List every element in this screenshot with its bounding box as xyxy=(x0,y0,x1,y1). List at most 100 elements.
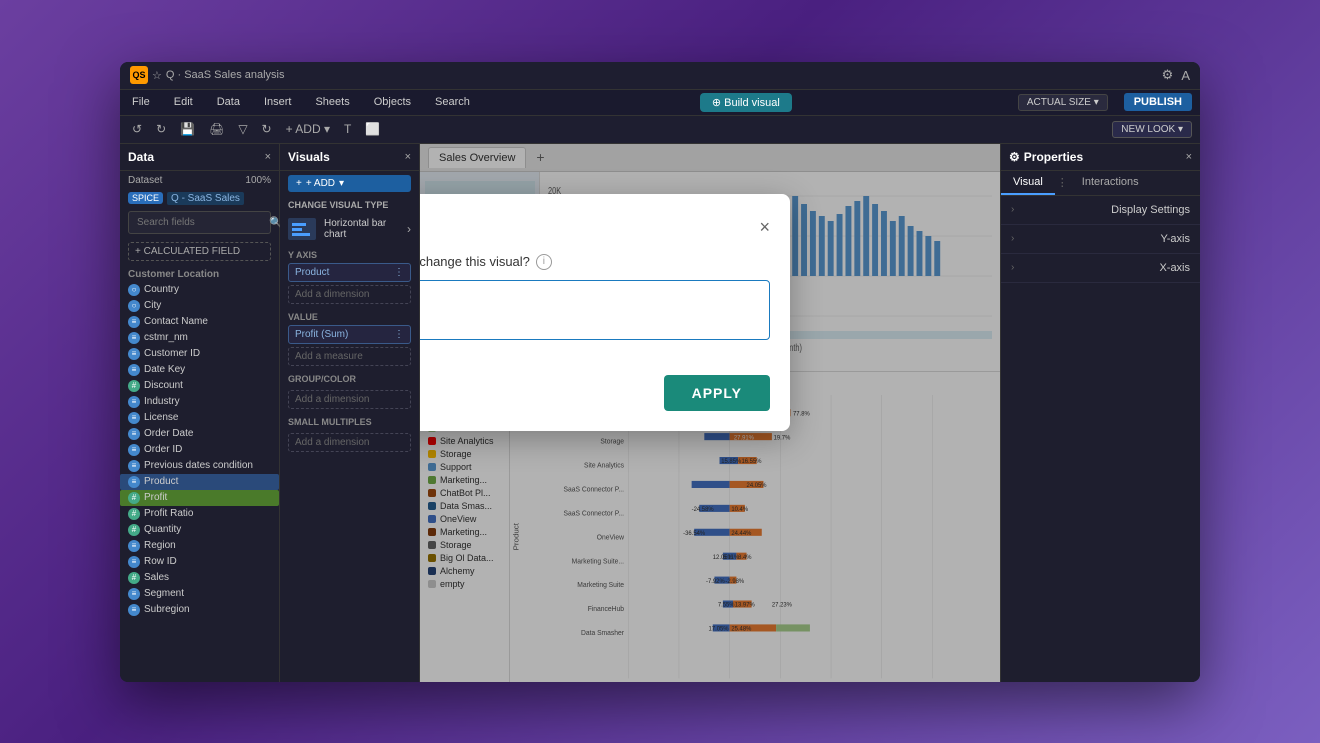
add-visual-button[interactable]: + + ADD ▾ xyxy=(288,175,411,192)
field-options-icon: ⋮ xyxy=(394,329,404,340)
visuals-panel-close[interactable]: × xyxy=(405,151,411,163)
tab-visual[interactable]: Visual xyxy=(1001,171,1055,195)
menu-edit[interactable]: Edit xyxy=(170,94,197,110)
visuals-panel-title: Visuals xyxy=(288,150,330,164)
menu-bar: File Edit Data Insert Sheets Objects Sea… xyxy=(120,90,1200,116)
field-discount[interactable]: # Discount xyxy=(120,378,279,394)
measure-icon: # xyxy=(128,492,140,504)
add-icon[interactable]: + ADD ▾ xyxy=(282,120,334,138)
field-segment[interactable]: ≡ Segment xyxy=(120,586,279,602)
tab-interactions[interactable]: Interactions xyxy=(1070,171,1151,195)
user-icon[interactable]: A xyxy=(1181,68,1190,83)
y-axis-field[interactable]: Product ⋮ xyxy=(288,263,411,282)
props-y-axis[interactable]: › Y-axis xyxy=(1001,225,1200,254)
modal-input[interactable]: change to table xyxy=(420,280,770,340)
field-country[interactable]: ○ Country xyxy=(120,282,279,298)
visual-type-horizontal-bar[interactable]: Horizontal bar chart › xyxy=(280,214,419,244)
settings-icon[interactable]: ⚙ xyxy=(1162,67,1174,83)
field-profit-ratio[interactable]: # Profit Ratio xyxy=(120,506,279,522)
y-axis-label: Y AXIS xyxy=(288,250,411,260)
field-customer-id[interactable]: ≡ Customer ID xyxy=(120,346,279,362)
modal-overlay: Edit visual × How would you like to chan… xyxy=(420,144,1000,682)
add-dimension-y[interactable]: Add a dimension xyxy=(288,285,411,304)
small-multiples-label: SMALL MULTIPLES xyxy=(288,417,411,427)
refresh-icon[interactable]: ↻ xyxy=(258,120,276,138)
add-measure[interactable]: Add a measure xyxy=(288,347,411,366)
menu-search[interactable]: Search xyxy=(431,94,474,110)
visual-type-label: Horizontal bar chart xyxy=(324,218,399,240)
value-label: VALUE xyxy=(288,312,411,322)
properties-close[interactable]: × xyxy=(1186,151,1192,163)
field-city[interactable]: ○ City xyxy=(120,298,279,314)
field-contact-name[interactable]: ≡ Contact Name xyxy=(120,314,279,330)
menu-insert[interactable]: Insert xyxy=(260,94,296,110)
props-x-axis[interactable]: › X-axis xyxy=(1001,254,1200,283)
apply-button[interactable]: APPLY xyxy=(664,375,770,411)
field-name: Product xyxy=(144,476,178,487)
chevron-right-icon: › xyxy=(1011,233,1014,244)
field-industry[interactable]: ≡ Industry xyxy=(120,394,279,410)
field-name: Discount xyxy=(144,380,183,391)
modal-question: How would you like to change this visual… xyxy=(420,254,770,270)
redo-button[interactable]: ↻ xyxy=(152,120,170,138)
field-order-date[interactable]: ≡ Order Date xyxy=(120,426,279,442)
field-subregion[interactable]: ≡ Subregion xyxy=(120,602,279,618)
field-profit[interactable]: # Profit xyxy=(120,490,279,506)
expand-icon: › xyxy=(407,222,411,236)
modal-close-button[interactable]: × xyxy=(759,217,770,238)
props-display-settings[interactable]: › Display Settings xyxy=(1001,196,1200,225)
field-order-id[interactable]: ≡ Order ID xyxy=(120,442,279,458)
dataset-name[interactable]: Q - SaaS Sales xyxy=(167,192,244,205)
publish-button[interactable]: PUBLISH xyxy=(1124,93,1192,111)
search-input[interactable] xyxy=(137,217,269,228)
field-date-key[interactable]: ≡ Date Key xyxy=(120,362,279,378)
field-name: City xyxy=(144,300,161,311)
field-product[interactable]: ≡ Product xyxy=(120,474,279,490)
menu-objects[interactable]: Objects xyxy=(370,94,415,110)
dim-icon: ≡ xyxy=(128,412,140,424)
menu-sheets[interactable]: Sheets xyxy=(311,94,353,110)
save-icon[interactable]: 💾 xyxy=(176,120,199,138)
chart-area: Sales Overview + xyxy=(420,144,1000,682)
field-name: Quantity xyxy=(144,524,181,535)
field-license[interactable]: ≡ License xyxy=(120,410,279,426)
data-panel-close[interactable]: × xyxy=(265,151,271,163)
field-quantity[interactable]: # Quantity xyxy=(120,522,279,538)
field-name: Country xyxy=(144,284,179,295)
field-name: Segment xyxy=(144,588,184,599)
field-sales[interactable]: # Sales xyxy=(120,570,279,586)
add-dimension-group[interactable]: Add a dimension xyxy=(288,390,411,409)
field-cstmr[interactable]: ≡ cstmr_nm xyxy=(120,330,279,346)
new-look-button[interactable]: NEW LOOK ▾ xyxy=(1112,121,1192,138)
star-icon[interactable]: ☆ xyxy=(152,69,162,82)
field-row-id[interactable]: ≡ Row ID xyxy=(120,554,279,570)
text-icon[interactable]: T xyxy=(340,120,355,138)
field-prev-dates[interactable]: ≡ Previous dates condition xyxy=(120,458,279,474)
dim-icon: ≡ xyxy=(128,556,140,568)
props-tabs: Visual ⋮ Interactions xyxy=(1001,171,1200,196)
add-dimension-sm[interactable]: Add a dimension xyxy=(288,433,411,452)
calculated-field-button[interactable]: + CALCULATED FIELD xyxy=(128,242,271,261)
filter-icon[interactable]: ▽ xyxy=(234,120,251,138)
field-name: Contact Name xyxy=(144,316,208,327)
field-region[interactable]: ≡ Region xyxy=(120,538,279,554)
data-panel-title: Data xyxy=(128,150,154,164)
dataset-label: Dataset xyxy=(128,175,162,186)
search-row[interactable]: 🔍 xyxy=(128,211,271,234)
field-name: Order Date xyxy=(144,428,193,439)
build-visual-button[interactable]: ⊕ Build visual xyxy=(700,93,792,112)
actual-size-button[interactable]: ACTUAL SIZE ▾ xyxy=(1018,94,1108,111)
window-title: Q · SaaS Sales analysis xyxy=(166,69,285,81)
value-field[interactable]: Profit (Sum) ⋮ xyxy=(288,325,411,344)
field-name: cstmr_nm xyxy=(144,332,188,343)
menu-data[interactable]: Data xyxy=(213,94,244,110)
props-item-label: X-axis xyxy=(1159,262,1190,274)
shape-icon[interactable]: ⬜ xyxy=(361,120,384,138)
field-name: Order ID xyxy=(144,444,182,455)
measure-icon: # xyxy=(128,380,140,392)
menu-file[interactable]: File xyxy=(128,94,154,110)
info-icon[interactable]: i xyxy=(536,254,552,270)
print-icon[interactable]: 🖨 xyxy=(205,120,228,138)
undo-button[interactable]: ↺ xyxy=(128,120,146,138)
properties-header: ⚙ Properties × xyxy=(1001,144,1200,171)
